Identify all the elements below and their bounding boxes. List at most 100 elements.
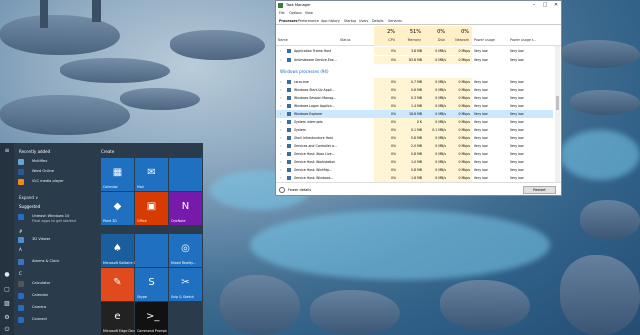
app-list-item[interactable]: Calendar	[17, 292, 93, 300]
tile-cmd[interactable]: >_ Command Prompt	[135, 302, 168, 335]
tile-snip[interactable]: ✂ Snip & Sketch	[169, 268, 202, 301]
expand-chevron-icon[interactable]: ›	[280, 110, 281, 118]
cell-mem: 1.4 MB	[398, 102, 424, 110]
title-bar[interactable]: Task Manager – □ ✕	[276, 1, 561, 10]
process-row[interactable]: › Application Frame Host 0% 3.8 MB 0 MB/s 0 M…	[276, 47, 553, 55]
tile-blank-tile[interactable]	[135, 234, 168, 267]
tab-processes[interactable]: Processes	[279, 19, 298, 23]
tile-mail[interactable]: ✉ Mail	[135, 158, 168, 191]
restart-button[interactable]: Restart	[523, 186, 556, 194]
recent-app-item[interactable]: Word Online	[17, 168, 93, 176]
col-status[interactable]: Status	[338, 26, 374, 46]
col-network[interactable]: 0% Network	[448, 26, 472, 46]
tab-services[interactable]: Services	[388, 19, 402, 23]
tab-app-history[interactable]: App history	[321, 19, 340, 23]
tile-paint3d[interactable]: ◆ Paint 3D	[101, 192, 134, 225]
expand-chevron-icon[interactable]: ›	[280, 158, 281, 166]
expand-chevron-icon[interactable]: ›	[280, 56, 281, 64]
close-icon[interactable]: ✕	[551, 2, 561, 9]
process-row[interactable]: › csrss.exe 0% 0.7 MB 0 MB/s 0 Mbps Very low Ve…	[276, 78, 553, 86]
process-row[interactable]: › Services and Controller a... 0% 2.0 MB 0 M…	[276, 142, 553, 150]
vertical-scrollbar[interactable]	[555, 46, 560, 182]
col-disk[interactable]: 0% Disk	[424, 26, 448, 46]
documents-icon[interactable]: ▢	[3, 286, 11, 294]
tile-solitaire[interactable]: ♠ Microsoft Solitaire Collection	[101, 234, 150, 267]
expand-chevron-icon[interactable]: ›	[280, 126, 281, 134]
process-icon	[287, 144, 291, 148]
expand-chevron-icon[interactable]: ›	[280, 174, 281, 182]
tile-mixed-reality[interactable]: ◎ Mixed Reality...	[169, 234, 202, 267]
settings-gear-icon[interactable]: ⚙	[3, 314, 11, 322]
process-row[interactable]: › Service Host: Workstation 0% 1.0 MB 0 MB/s…	[276, 158, 553, 166]
recent-app-item[interactable]: Multiflex	[17, 158, 93, 166]
tile-label: Office	[137, 219, 147, 223]
menu-options[interactable]: Options	[289, 11, 302, 15]
tab-users[interactable]: Users	[359, 19, 368, 23]
process-row[interactable]: › Service Host: Windows... 0% 1.6 MB 0 MB/s 0…	[276, 174, 553, 182]
process-row[interactable]: › Windows Logon Applica... 0% 1.4 MB 0 MB/s 0…	[276, 102, 553, 110]
process-row[interactable]: › Windows Start-Up Appli... 0% 0.6 MB 0 MB/s…	[276, 86, 553, 94]
process-row[interactable]: › Antimalware Service Exe... 0% 83.8 MB 0 MB…	[276, 56, 553, 64]
tile-calendar[interactable]: ▦ Calendar	[101, 158, 134, 191]
scroll-thumb[interactable]	[556, 96, 559, 110]
expand-chevron-icon[interactable]: ›	[280, 102, 281, 110]
app-list-item[interactable]: Camera	[17, 304, 93, 312]
section-c[interactable]: C	[19, 271, 22, 276]
skype-icon: S	[148, 277, 155, 288]
expand-link[interactable]: Expand ∨	[19, 195, 38, 200]
app-list-item[interactable]: Calculator	[17, 280, 93, 288]
process-row[interactable]: › System 0% 0.1 MB 0.1 MB/s 0 Mbps Very low Ver…	[276, 126, 553, 134]
col-memory[interactable]: 51% Memory	[398, 26, 424, 46]
hamburger-menu-icon[interactable]: ≡	[3, 147, 11, 155]
process-row[interactable]: › Windows Session Manag... 0% 0.3 MB 0 MB/s 0…	[276, 94, 553, 102]
app-list-item[interactable]: Alarms & Clock	[17, 258, 93, 266]
cell-mem: 0 K	[398, 118, 424, 126]
expand-chevron-icon[interactable]: ›	[280, 150, 281, 158]
expand-chevron-icon[interactable]: ›	[280, 78, 281, 86]
minimize-icon[interactable]: –	[529, 2, 539, 9]
section-a[interactable]: A	[19, 247, 22, 252]
process-row[interactable]: › Service Host: Xbox Live... 0% 0.8 MB 0 MB/…	[276, 150, 553, 158]
tile-blank-tile[interactable]	[169, 158, 202, 191]
maximize-icon[interactable]: □	[540, 2, 550, 9]
process-row[interactable]: › Windows Explorer 0% 18.8 MB 0 MB/s 0 Mbps Ve…	[276, 110, 553, 118]
expand-chevron-icon[interactable]: ›	[280, 47, 281, 55]
tile-onenote[interactable]: N OneNote	[169, 192, 202, 225]
expand-chevron-icon[interactable]: ›	[280, 118, 281, 126]
fewer-details-link[interactable]: Fewer details	[288, 188, 311, 192]
tile-edge-dev[interactable]: e Microsoft Edge Dev	[101, 302, 135, 335]
process-row[interactable]: › Shell Infrastructure Host 0% 5.8 MB 0 MB/s…	[276, 134, 553, 142]
app-list-item[interactable]: Connect	[17, 316, 93, 324]
col-cpu[interactable]: 2% CPU	[374, 26, 398, 46]
app-list-item[interactable]: 3D Viewer	[17, 236, 93, 244]
col-power[interactable]: Power usage	[472, 26, 508, 46]
menu-view[interactable]: View	[305, 11, 313, 15]
tile-office[interactable]: ▣ Office	[135, 192, 168, 225]
windows-icon	[18, 214, 24, 220]
app-label: Alarms & Clock	[32, 259, 60, 263]
expand-chevron-icon[interactable]: ›	[280, 94, 281, 102]
col-power-trend[interactable]: Power usage t...	[508, 26, 553, 46]
col-name[interactable]: Name	[276, 26, 338, 46]
section-hash[interactable]: #	[19, 229, 22, 234]
tile-skype[interactable]: S Skype	[135, 268, 168, 301]
cell-net: 0 Mbps	[448, 158, 472, 166]
suggested-item[interactable]: Unleash Windows 10 Final apps to get sta…	[17, 213, 93, 225]
tab-startup[interactable]: Startup	[344, 19, 356, 23]
recent-app-item[interactable]: VLC media player	[17, 178, 93, 186]
expand-chevron-icon[interactable]: ›	[280, 142, 281, 150]
tab-performance[interactable]: Performance	[298, 19, 319, 23]
power-icon[interactable]: ⏻	[3, 326, 11, 334]
process-row[interactable]: › Service Host: WinHttp... 0% 0.8 MB 0 MB/s 0…	[276, 166, 553, 174]
user-avatar-icon[interactable]: ●	[3, 271, 11, 279]
expand-chevron-icon[interactable]: ›	[280, 86, 281, 94]
pictures-icon[interactable]: ▨	[3, 300, 11, 308]
expand-chevron-icon[interactable]: ›	[280, 166, 281, 174]
suggested-heading: Suggested	[19, 204, 41, 209]
tile-sketch[interactable]: ✎	[101, 268, 134, 301]
tab-details[interactable]: Details	[372, 19, 383, 23]
chevron-up-icon[interactable]	[279, 187, 285, 193]
expand-chevron-icon[interactable]: ›	[280, 134, 281, 142]
process-row[interactable]: › System interrupts 0% 0 K0 MB/s 0 Mbps Very …	[276, 118, 553, 126]
menu-file[interactable]: File	[279, 11, 285, 15]
